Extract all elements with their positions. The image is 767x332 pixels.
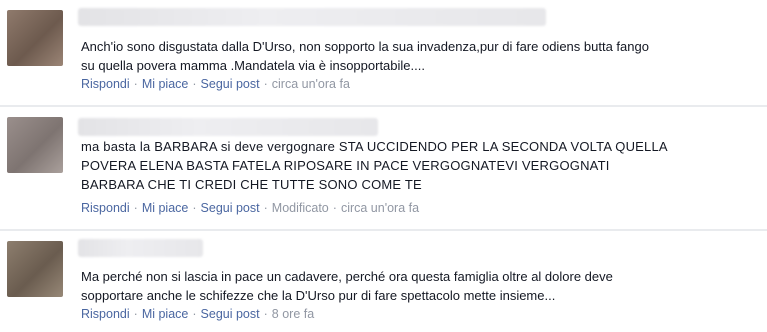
avatar[interactable] — [7, 10, 63, 66]
like-link[interactable]: Mi piace — [142, 201, 189, 215]
timestamp[interactable]: circa un'ora fa — [272, 77, 350, 91]
reply-link[interactable]: Rispondi — [81, 201, 130, 215]
edited-label[interactable]: Modificato — [272, 201, 329, 215]
follow-post-link[interactable]: Segui post — [201, 77, 260, 91]
follow-post-link[interactable]: Segui post — [201, 201, 260, 215]
comment-text-line: BARBARA CHE TI CREDI CHE TUTTE SONO COME… — [81, 177, 422, 192]
blurred-author-name — [78, 239, 203, 257]
comment-actions: Rispondi · Mi piace · Segui post · Modificato ·… — [81, 201, 419, 215]
timestamp[interactable]: circa un'ora fa — [341, 201, 419, 215]
separator: · — [192, 201, 197, 215]
comment-text-line: sopportare anche le schifezze che la D'U… — [81, 288, 556, 303]
comment: Anch'io sono disgustata dalla D'Urso, no… — [0, 0, 767, 105]
comment-list: Anch'io sono disgustata dalla D'Urso, no… — [0, 0, 767, 332]
separator: · — [263, 201, 268, 215]
comment-actions: Rispondi · Mi piace · Segui post · circa un'or… — [81, 77, 350, 91]
like-link[interactable]: Mi piace — [142, 307, 189, 321]
blurred-author-name — [78, 118, 378, 136]
reply-link[interactable]: Rispondi — [81, 77, 130, 91]
separator: · — [192, 77, 197, 91]
comment-text: Anch'io sono disgustata dalla D'Urso, no… — [81, 37, 751, 75]
blurred-author-name — [78, 8, 546, 26]
separator: · — [263, 77, 268, 91]
comment-text: ma basta la BARBARA si deve vergognare S… — [81, 137, 751, 194]
comment-text-line: su quella povera mamma .Mandatela via è … — [81, 58, 425, 73]
separator: · — [332, 201, 337, 215]
separator: · — [263, 307, 268, 321]
separator: · — [192, 307, 197, 321]
comment-text-line: ma basta la BARBARA si deve vergognare S… — [81, 139, 668, 154]
comment-text-line: Ma perché non si lascia in pace un cadav… — [81, 269, 613, 284]
separator: · — [133, 77, 138, 91]
like-link[interactable]: Mi piace — [142, 77, 189, 91]
avatar[interactable] — [7, 241, 63, 297]
comment-text: Ma perché non si lascia in pace un cadav… — [81, 267, 751, 305]
comment-text-line: Anch'io sono disgustata dalla D'Urso, no… — [81, 39, 649, 54]
follow-post-link[interactable]: Segui post — [201, 307, 260, 321]
separator: · — [133, 201, 138, 215]
timestamp[interactable]: 8 ore fa — [272, 307, 314, 321]
comment-text-line: POVERA ELENA BASTA FATELA RIPOSARE IN PA… — [81, 158, 610, 173]
comment-actions: Rispondi · Mi piace · Segui post · 8 ore fa — [81, 307, 314, 321]
avatar[interactable] — [7, 117, 63, 173]
reply-link[interactable]: Rispondi — [81, 307, 130, 321]
separator: · — [133, 307, 138, 321]
